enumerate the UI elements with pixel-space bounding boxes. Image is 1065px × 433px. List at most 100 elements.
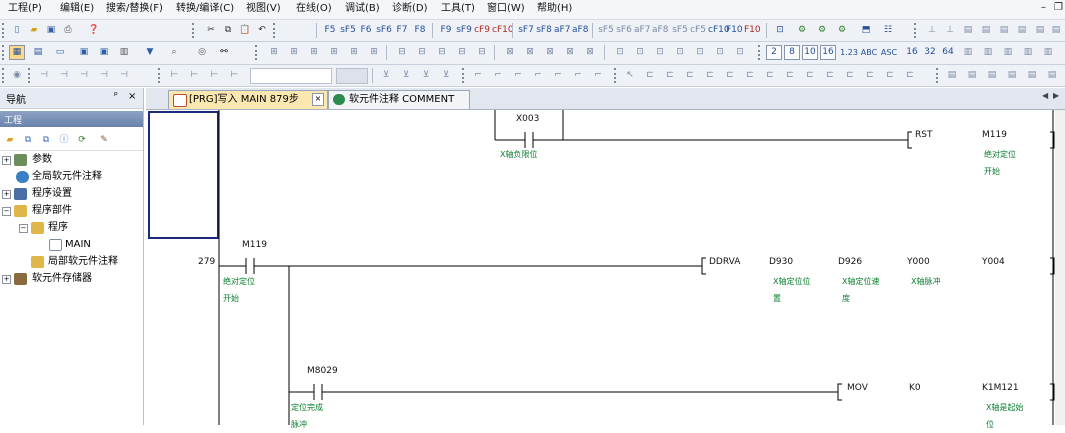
invert-button[interactable]: cF10 [708, 23, 730, 38]
ladder-tool-16-icon[interactable]: ⊠ [582, 45, 598, 60]
negated-falling-branch-button[interactable]: aF8 [652, 23, 668, 38]
toolbar-grip-5[interactable] [614, 68, 619, 83]
menu-help[interactable]: 帮助(H) [537, 2, 572, 16]
tree-item-main[interactable]: MAIN [0, 237, 143, 253]
menu-online[interactable]: 在线(O) [296, 2, 332, 16]
fbd-tool-3-icon[interactable]: ⊏ [682, 68, 698, 83]
ladder-tool-19-icon[interactable]: ⊡ [652, 45, 668, 60]
rising-branch-button[interactable]: aF7 [554, 23, 570, 38]
tree-item-parameters[interactable]: + 参数 [0, 152, 143, 168]
transfer-icon[interactable]: ▤ [1032, 23, 1048, 38]
toolbar-grip[interactable] [2, 68, 7, 83]
toolbar-grip[interactable] [2, 23, 7, 38]
instruction-button[interactable]: F8 [412, 23, 428, 38]
ladder-tool-21-icon[interactable]: ⊡ [692, 45, 708, 60]
ladder-tool-15-icon[interactable]: ⊠ [562, 45, 578, 60]
toolbar-grip-4[interactable] [462, 68, 467, 83]
ladder-tool-5-icon[interactable]: ⊞ [346, 45, 362, 60]
paste-data-icon[interactable]: ⧉ [38, 133, 54, 148]
edit-tool-13-icon[interactable]: ⊻ [438, 68, 454, 83]
close-icon[interactable]: × [128, 91, 136, 102]
toolbar-grip-6[interactable] [936, 68, 941, 83]
ladder-tool-20-icon[interactable]: ⊡ [672, 45, 688, 60]
fbd-tool-11-icon[interactable]: ⊏ [842, 68, 858, 83]
tree-item-device-memory[interactable]: + 软元件存储器 [0, 271, 143, 287]
delete-line-button[interactable]: cF9 [474, 23, 490, 38]
device-comment-icon[interactable]: ▣ [76, 45, 92, 60]
fbd-tool-5-icon[interactable]: ⊏ [722, 68, 738, 83]
ladder-tool-17-icon[interactable]: ⊡ [612, 45, 628, 60]
verify-icon[interactable]: ▤ [996, 23, 1012, 38]
toolbar-combo-2[interactable] [336, 68, 368, 84]
monitor-write-icon[interactable]: ⬒ [858, 23, 874, 38]
tab-scroll-right-icon[interactable]: ▶ [1053, 91, 1059, 100]
view-tool-5-icon[interactable]: ▤ [1024, 68, 1040, 83]
sfc-tool-2-icon[interactable]: ⌐ [490, 68, 506, 83]
bit-16-button[interactable]: 16 [904, 45, 920, 60]
toolbar-grip-2[interactable] [192, 23, 197, 38]
radix-10-button[interactable]: 10 [802, 45, 818, 60]
edit-tool-9-icon[interactable]: ⊢ [226, 68, 242, 83]
edit-tool-6-icon[interactable]: ⊢ [166, 68, 182, 83]
edit-tool-5-icon[interactable]: ⊣ [116, 68, 132, 83]
edit-tool-3-icon[interactable]: ⊣ [76, 68, 92, 83]
menu-project[interactable]: 工程(P) [8, 2, 42, 16]
fbd-tool-9-icon[interactable]: ⊏ [802, 68, 818, 83]
tab-scroll-left-icon[interactable]: ◀ [1042, 91, 1048, 100]
project-view-icon[interactable]: ▦ [9, 45, 25, 60]
radix-2-button[interactable]: 2 [766, 45, 782, 60]
read-plc-icon[interactable]: ▤ [960, 23, 976, 38]
view-tool-6-icon[interactable]: ▤ [1044, 68, 1060, 83]
toolbar-grip-3[interactable] [273, 23, 278, 38]
toolbar-grip-3[interactable] [758, 45, 763, 60]
view-tool-2-icon[interactable]: ▤ [964, 68, 980, 83]
ladder-tool-10-icon[interactable]: ⊟ [454, 45, 470, 60]
bit-64-button[interactable]: 64 [940, 45, 956, 60]
ladder-editor[interactable]: X003 X轴负限位 RST M119 绝对定位 开始 279 M119 绝对定… [146, 110, 1055, 429]
view-tool-4-icon[interactable]: ▤ [1004, 68, 1020, 83]
options-icon[interactable]: ✎ [96, 133, 112, 148]
window-icon[interactable]: ▭ [52, 45, 68, 60]
fbd-tool-12-icon[interactable]: ⊏ [862, 68, 878, 83]
sfc-tool-1-icon[interactable]: ⌐ [470, 68, 486, 83]
ladder-tool-6-icon[interactable]: ⊞ [366, 45, 382, 60]
horizontal-line-button[interactable]: F9 [438, 23, 454, 38]
rising-edge-button[interactable]: sF7 [518, 23, 534, 38]
operation-result-rise-button[interactable]: sF5 [672, 23, 688, 38]
tab-device-comment[interactable]: 软元件注释 COMMENT [328, 90, 470, 109]
paste-icon[interactable]: 📋 [237, 23, 253, 38]
new-data-icon[interactable]: ▰ [2, 133, 18, 148]
toolbar-grip-3[interactable] [158, 68, 163, 83]
edit-tool-12-icon[interactable]: ⊻ [418, 68, 434, 83]
monitor-tool-2-icon[interactable]: ▥ [980, 45, 996, 60]
toolbar-grip[interactable] [2, 45, 7, 60]
ladder-tool-23-icon[interactable]: ⊡ [732, 45, 748, 60]
pin-icon[interactable]: ᵖ [114, 91, 118, 101]
ladder-tool-13-icon[interactable]: ⊠ [522, 45, 538, 60]
fbd-tool-7-icon[interactable]: ⊏ [762, 68, 778, 83]
more-icon[interactable]: ▤ [1048, 23, 1064, 38]
device-list-icon[interactable]: ▼ [142, 45, 158, 60]
fbd-tool-13-icon[interactable]: ⊏ [882, 68, 898, 83]
toolbar-combo-1[interactable] [250, 68, 332, 84]
ladder-tool-7-icon[interactable]: ⊟ [394, 45, 410, 60]
toolbar-grip-4[interactable] [914, 23, 919, 38]
expand-toggle[interactable]: + [2, 190, 11, 199]
fbd-tool-10-icon[interactable]: ⊏ [822, 68, 838, 83]
help-circle-icon[interactable]: ◎ [194, 45, 210, 60]
copy-data-icon[interactable]: ⧉ [20, 133, 36, 148]
copy-icon[interactable]: ⧉ [220, 23, 236, 38]
restore-button[interactable]: ❐ [1054, 2, 1063, 13]
fbd-tool-1-icon[interactable]: ⊏ [642, 68, 658, 83]
save-icon[interactable]: ▣ [43, 23, 59, 38]
pointer-tool-icon[interactable]: ↖ [622, 68, 638, 83]
online-icon[interactable]: ⊥ [942, 23, 958, 38]
bit-32-button[interactable]: 32 [922, 45, 938, 60]
sfc-tool-6-icon[interactable]: ⌐ [570, 68, 586, 83]
edit-tool-1-icon[interactable]: ⊣ [36, 68, 52, 83]
menu-edit[interactable]: 编辑(E) [60, 2, 94, 16]
open-folder-icon[interactable]: ▰ [26, 23, 42, 38]
closed-branch-button[interactable]: sF6 [376, 23, 392, 38]
expand-toggle[interactable]: + [2, 275, 11, 284]
negated-falling-button[interactable]: sF6 [616, 23, 632, 38]
